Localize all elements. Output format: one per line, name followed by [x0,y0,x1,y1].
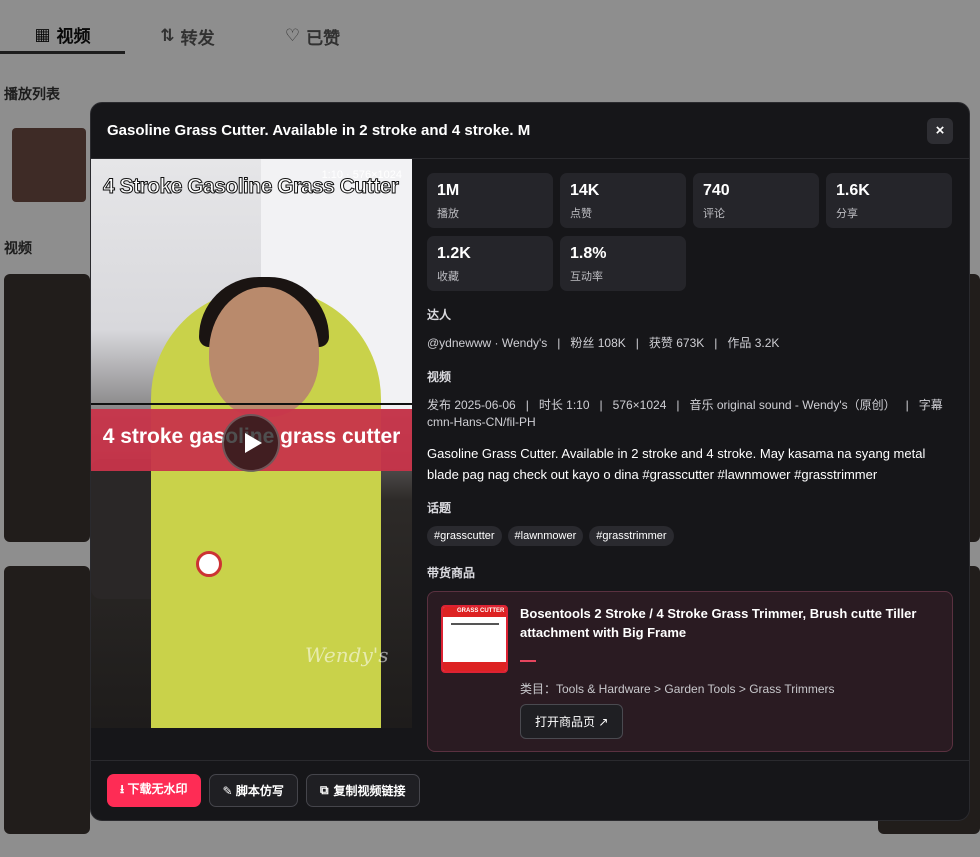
stats-grid: 1M 播放 14K 点赞 740 评论 1.6K 分享 1.2K 收藏 1.8%… [427,173,955,291]
topic-tags: #grasscutter #lawnmower #grasstrimmer [427,526,955,546]
stat-favorites: 1.2K 收藏 [427,236,553,291]
open-product-button[interactable]: 打开商品页 ↗ [520,704,624,739]
download-no-watermark-button[interactable]: ⭳ 下载无水印 [107,774,201,807]
trimmer-illustration [451,623,499,653]
copy-video-link-label: 复制视频链接 [333,784,406,798]
video-description: Gasoline Grass Cutter. Available in 2 st… [427,446,926,482]
price-placeholder [520,660,536,662]
stat-value: 740 [703,182,730,199]
topic-tag[interactable]: #grasscutter [427,526,502,546]
stat-label: 互动率 [570,271,603,283]
copy-video-link-button[interactable]: ⧉ 复制视频链接 [305,774,420,807]
modal-title: Gasoline Grass Cutter. Available in 2 st… [107,122,531,139]
stat-value: 1.6K [836,182,870,199]
stat-label: 评论 [703,208,725,220]
stat-value: 1.8% [570,245,607,262]
video-info-panel: 1M 播放 14K 点赞 740 评论 1.6K 分享 1.2K 收藏 1.8%… [427,173,955,752]
modal-header: Gasoline Grass Cutter. Available in 2 st… [91,103,969,159]
stat-plays: 1M 播放 [427,173,553,228]
product-category: 类目：Tools & Hardware > Garden Tools > Gra… [520,682,835,696]
modal-body: 4 Stroke Gasoline Grass Cutter 1:10 · 57… [91,159,969,763]
creator-section-title: 达人 [427,308,452,322]
stat-engagement: 1.8% 互动率 [560,236,686,291]
video-divider [91,403,412,405]
video-detail-modal: Gasoline Grass Cutter. Available in 2 st… [90,102,970,821]
modal-footer: ⭳ 下载无水印 ✎ 脚本仿写 ⧉ 复制视频链接 [91,760,969,820]
product-section-title: 带货商品 [427,566,476,580]
copy-icon: ⧉ [319,783,329,797]
topic-tag[interactable]: #grasstrimmer [589,526,674,546]
topics-section-title: 话题 [427,501,452,515]
product-card: GRASS CUTTER Bosentools 2 Stroke / 4 Str… [427,591,953,752]
stat-shares: 1.6K 分享 [826,173,952,228]
stat-comments: 740 评论 [693,173,819,228]
video-watermark: Wendy's [305,643,389,667]
stat-value: 1.2K [437,245,471,262]
stat-label: 分享 [836,208,858,220]
play-button[interactable] [222,414,280,472]
no-smoking-sign [196,551,222,577]
video-section-title: 视频 [427,370,452,384]
video-resolution-label: 1:10 · 576×1024 [321,169,402,181]
stat-value: 1M [437,182,460,199]
video-meta-line: 发布 2025-06-06 | 时长 1:10 | 576×1024 | 音乐 … [427,398,947,429]
stat-likes: 14K 点赞 [560,173,686,228]
product-image-footer [443,662,506,671]
stat-value: 14K [570,182,600,199]
video-frame-face [209,287,319,417]
script-rewrite-button[interactable]: ✎ 脚本仿写 [208,774,298,807]
stat-label: 播放 [437,208,459,220]
stat-label: 收藏 [437,271,459,283]
video-player[interactable]: 4 Stroke Gasoline Grass Cutter 1:10 · 57… [91,159,412,728]
product-title: Bosentools 2 Stroke / 4 Stroke Grass Tri… [520,606,917,640]
topic-tag[interactable]: #lawnmower [507,526,584,546]
creator-line: @ydnewww · Wendy's | 粉丝 108K | 获赞 673K |… [427,336,780,350]
close-icon: × [935,122,945,139]
product-image[interactable]: GRASS CUTTER [441,605,508,673]
product-image-badge: GRASS CUTTER [457,608,505,614]
close-button[interactable]: × [927,117,953,144]
stat-label: 点赞 [570,208,592,220]
